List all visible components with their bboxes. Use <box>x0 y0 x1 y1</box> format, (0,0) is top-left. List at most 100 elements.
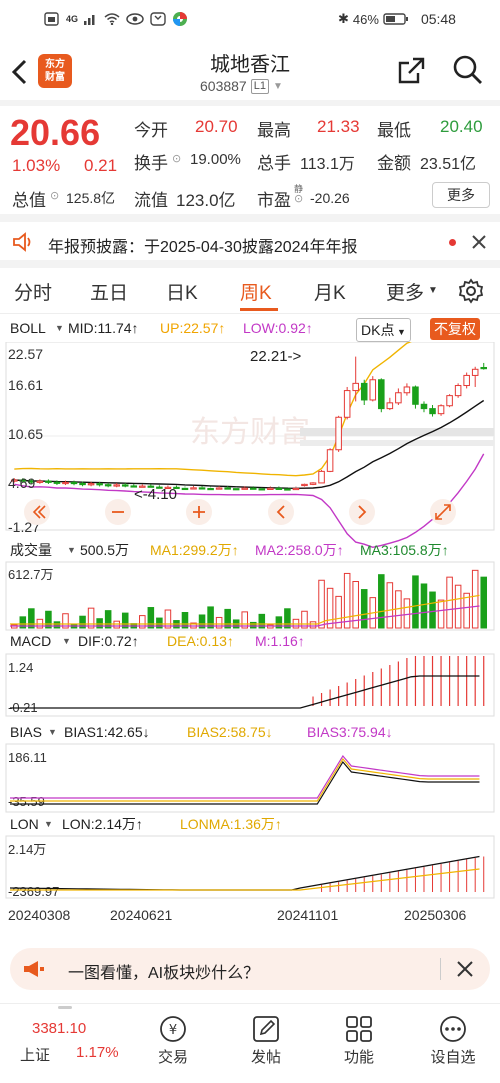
candle-body <box>53 481 61 484</box>
bias3: BIAS3:75.94↓ <box>307 724 393 740</box>
volume-bar <box>403 598 411 629</box>
volume-bar <box>343 572 351 629</box>
boll-mid: MID:11.74↑ <box>68 320 139 336</box>
candle-body <box>412 386 419 405</box>
volume-bar <box>96 618 103 629</box>
nav-post[interactable]: 发帖 <box>231 1012 301 1067</box>
ai-banner[interactable]: 一图看懂，AI板块炒什么？ <box>10 948 490 990</box>
candle-body <box>309 482 317 485</box>
boll-indicator-name[interactable]: BOLL <box>10 320 46 336</box>
info-icon[interactable]: ⊙ <box>172 152 181 165</box>
volume-indicator-name: 成交量 <box>10 542 52 558</box>
volume-bar <box>463 592 470 629</box>
volume-bar <box>420 583 428 629</box>
candle-body <box>335 416 342 451</box>
adjust-mode-button[interactable]: 不复权 <box>430 318 480 340</box>
volume-y-top: 612.7万 <box>8 567 54 582</box>
ai-banner-text: 一图看懂，AI板块炒什么？ <box>68 965 260 982</box>
x-date-label: 20240308 <box>8 907 71 923</box>
nav-watchlist[interactable]: 设自选 <box>418 1012 488 1067</box>
bias-chart-frame <box>5 743 495 813</box>
candle-body <box>249 487 257 490</box>
boll-up-line <box>14 342 412 477</box>
caret-down-icon: ▼ <box>62 636 71 646</box>
tab-monthly-k[interactable]: 月K <box>314 278 346 305</box>
macd-dif: DIF:0.72↑ <box>78 633 139 649</box>
caret-down-icon: ▼ <box>394 327 406 337</box>
tab-daily-k[interactable]: 日K <box>166 278 198 305</box>
nav-functions[interactable]: 功能 <box>324 1012 394 1067</box>
x-date-label: 20241101 <box>277 907 338 923</box>
tab-more[interactable]: 更多 <box>386 278 424 305</box>
lon-y-top: 2.14万 <box>8 842 46 857</box>
volume-bar <box>326 587 334 629</box>
candle-body <box>79 482 86 486</box>
low-label: 最低 <box>377 121 411 140</box>
more-button[interactable]: 更多 <box>432 182 490 208</box>
info-icon[interactable]: ⊙ <box>50 189 59 202</box>
y-tick-label: 22.57 <box>8 346 43 362</box>
tab-intraday[interactable]: 分时 <box>14 278 52 305</box>
candle-body <box>45 480 52 483</box>
stock-code-row[interactable]: 603887 L1 ▼ <box>200 78 283 94</box>
period-tabs: 分时 五日 日K 周K 月K 更多 ▼ <box>0 268 500 314</box>
share-icon[interactable] <box>396 56 426 86</box>
index-name[interactable]: 上证 <box>20 1044 50 1065</box>
close-icon[interactable] <box>470 233 488 251</box>
divider <box>440 958 441 980</box>
candle-body <box>181 487 189 491</box>
notice-text: 年报预披露：于2025-04-30披露2024年年报 <box>48 239 358 256</box>
volume-bar <box>87 607 95 629</box>
battery-icon <box>383 13 408 25</box>
volume-bar <box>412 575 419 629</box>
more-dots-icon <box>440 1016 466 1042</box>
active-tab-indicator <box>240 308 278 311</box>
close-icon[interactable] <box>456 960 474 978</box>
zoom-in-icon <box>186 499 212 525</box>
scroll-left-icon <box>268 499 294 525</box>
low-annotation: <-4.10 <box>134 486 177 503</box>
notice-bar[interactable]: 年报预披露：于2025-04-30披露2024年年报 <box>0 222 500 262</box>
lon-indicator-name: LON <box>10 816 39 832</box>
price-band <box>300 440 494 446</box>
macd-histogram <box>10 656 485 709</box>
eye-icon <box>126 13 144 25</box>
fullscreen-icon <box>430 499 456 525</box>
volume-bar <box>309 621 317 629</box>
candle-body <box>190 487 197 490</box>
bias2: BIAS2:58.75↓ <box>187 724 273 740</box>
candle-body <box>62 481 69 485</box>
nav-trade[interactable]: ¥ 交易 <box>138 1012 208 1067</box>
tab-five-day[interactable]: 五日 <box>90 278 128 305</box>
volume-bar <box>318 579 325 629</box>
dk-point-toggle[interactable]: DK点 ▼ <box>356 318 411 342</box>
kline-chart-area[interactable]: 东方财富 22.57 16.61 10.65 4.69 -1.27 22.21-… <box>0 342 500 930</box>
watermark-text: 东方财富 <box>190 416 310 449</box>
tab-weekly-k[interactable]: 周K <box>240 278 272 305</box>
volume-bar <box>147 607 155 629</box>
boll-low-line <box>14 453 485 549</box>
candle-body <box>241 487 249 490</box>
index-value[interactable]: 3381.10 <box>32 1020 86 1037</box>
amount-label: 金额 <box>377 154 411 173</box>
bias1: BIAS1:42.65↓ <box>64 724 150 740</box>
search-icon[interactable] <box>452 54 484 86</box>
candle-body <box>292 487 300 491</box>
info-icon[interactable]: ⊙ <box>294 192 303 205</box>
candle-body <box>446 395 453 407</box>
volume-bar <box>207 606 214 629</box>
settings-gear-icon[interactable] <box>458 278 484 304</box>
caret-down-icon: ▼ <box>428 285 438 296</box>
scroll-right-icon <box>349 499 375 525</box>
turnover-value: 19.00% <box>190 151 241 168</box>
volume-bar <box>454 584 462 629</box>
index-change[interactable]: 1.17% <box>76 1044 119 1061</box>
speaker-icon <box>13 232 31 252</box>
edit-icon <box>253 1016 279 1042</box>
alarm-icon <box>150 12 166 26</box>
candle-body <box>70 481 78 485</box>
bias-y-top: 186.11 <box>8 750 47 765</box>
float-cap-value: 123.0亿 <box>176 191 236 210</box>
macd-legend: MACD ▼ DIF:0.72↑ DEA:0.13↑ M:1.16↑ <box>10 633 305 649</box>
drag-handle <box>58 1006 72 1009</box>
